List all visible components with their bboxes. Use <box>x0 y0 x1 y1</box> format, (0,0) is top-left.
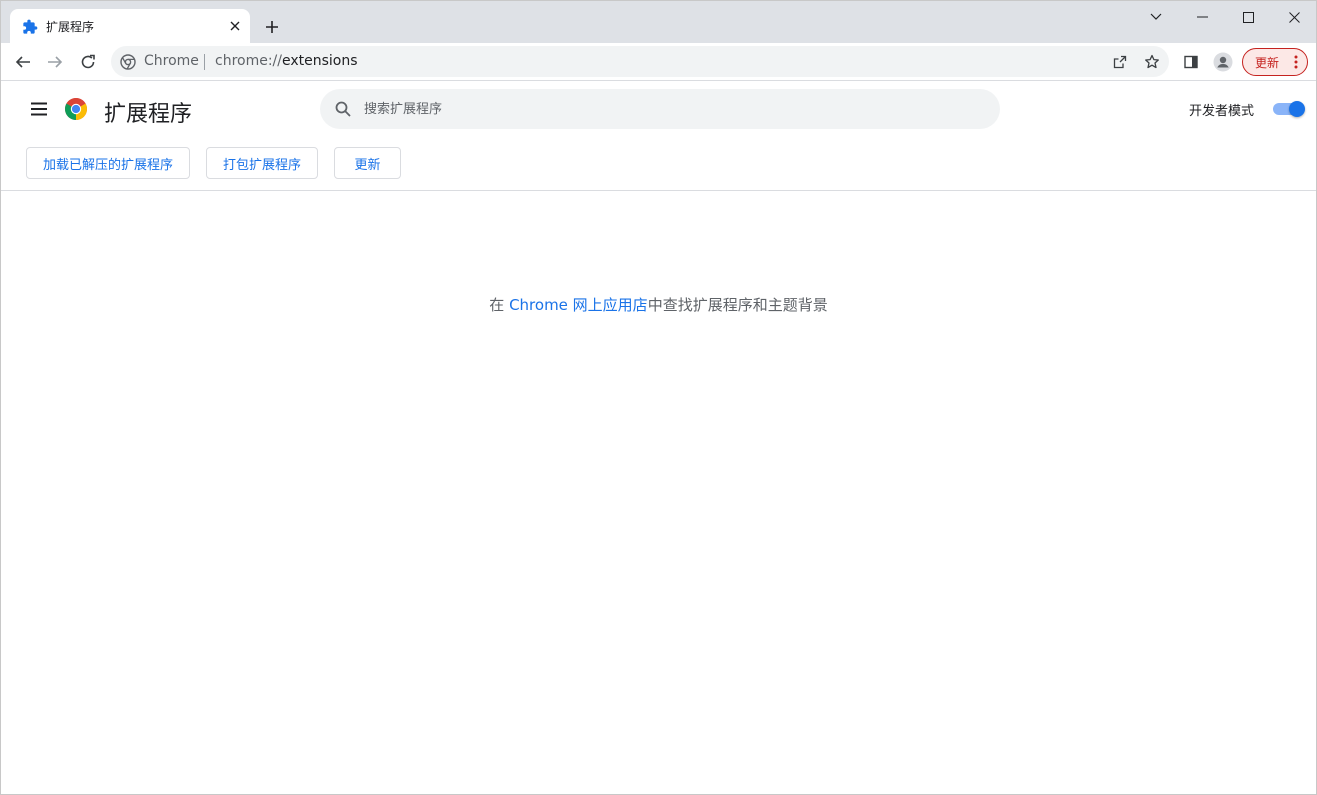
share-icon[interactable] <box>1110 52 1130 72</box>
extensions-header: 扩展程序 开发者模式 <box>1 82 1316 136</box>
empty-prefix: 在 <box>489 296 510 314</box>
update-extensions-button[interactable]: 更新 <box>334 147 401 179</box>
maximize-icon[interactable] <box>1225 5 1271 29</box>
browser-window: 扩展程序 Chrome chrome://extensions 更新 扩展程序 … <box>0 0 1317 795</box>
close-window-icon[interactable] <box>1271 5 1317 29</box>
chrome-update-button[interactable]: 更新 <box>1242 48 1308 76</box>
web-store-link[interactable]: Chrome 网上应用店 <box>509 296 648 314</box>
address-chip: Chrome <box>144 53 199 69</box>
chrome-site-icon <box>120 54 136 70</box>
header-divider <box>1 190 1316 191</box>
tab-title: 扩展程序 <box>46 20 95 34</box>
developer-actions: 加载已解压的扩展程序 打包扩展程序 更新 <box>1 147 1316 179</box>
page-title: 扩展程序 <box>104 102 193 127</box>
puzzle-icon <box>23 19 38 34</box>
forward-arrow-icon[interactable] <box>43 50 67 74</box>
back-arrow-icon[interactable] <box>11 50 35 74</box>
update-label: 更新 <box>1255 55 1280 70</box>
address-url[interactable]: chrome://extensions <box>215 53 358 69</box>
minimize-icon[interactable] <box>1179 5 1225 29</box>
toggle-knob <box>1289 101 1305 117</box>
reload-icon[interactable] <box>76 50 100 74</box>
tab-extensions[interactable]: 扩展程序 <box>10 9 250 43</box>
hamburger-menu-icon[interactable] <box>27 97 51 121</box>
tab-strip: 扩展程序 <box>1 1 1316 43</box>
search-box[interactable] <box>320 89 1000 129</box>
new-tab-button[interactable] <box>261 16 283 38</box>
address-bar[interactable]: Chrome chrome://extensions <box>111 46 1169 77</box>
url-scheme: chrome:// <box>215 53 282 69</box>
tab-close-icon[interactable] <box>226 17 244 35</box>
browser-toolbar: Chrome chrome://extensions 更新 <box>1 43 1316 81</box>
search-icon <box>335 101 351 117</box>
empty-suffix: 中查找扩展程序和主题背景 <box>647 296 828 314</box>
pack-extension-button[interactable]: 打包扩展程序 <box>206 147 318 179</box>
empty-state-message: 在 Chrome 网上应用店中查找扩展程序和主题背景 <box>1 294 1316 315</box>
side-panel-icon[interactable] <box>1179 50 1203 74</box>
developer-mode-label: 开发者模式 <box>1189 104 1255 119</box>
more-vert-icon <box>1294 55 1298 69</box>
chrome-logo-icon <box>65 98 87 120</box>
developer-mode-toggle[interactable] <box>1273 101 1305 117</box>
tab-search-chevron-down-icon[interactable] <box>1133 5 1179 29</box>
search-input[interactable] <box>364 89 984 129</box>
profile-avatar-icon[interactable] <box>1211 50 1235 74</box>
address-separator <box>204 54 205 70</box>
url-path: extensions <box>282 53 358 69</box>
load-unpacked-button[interactable]: 加载已解压的扩展程序 <box>26 147 190 179</box>
bookmark-star-icon[interactable] <box>1142 52 1162 72</box>
